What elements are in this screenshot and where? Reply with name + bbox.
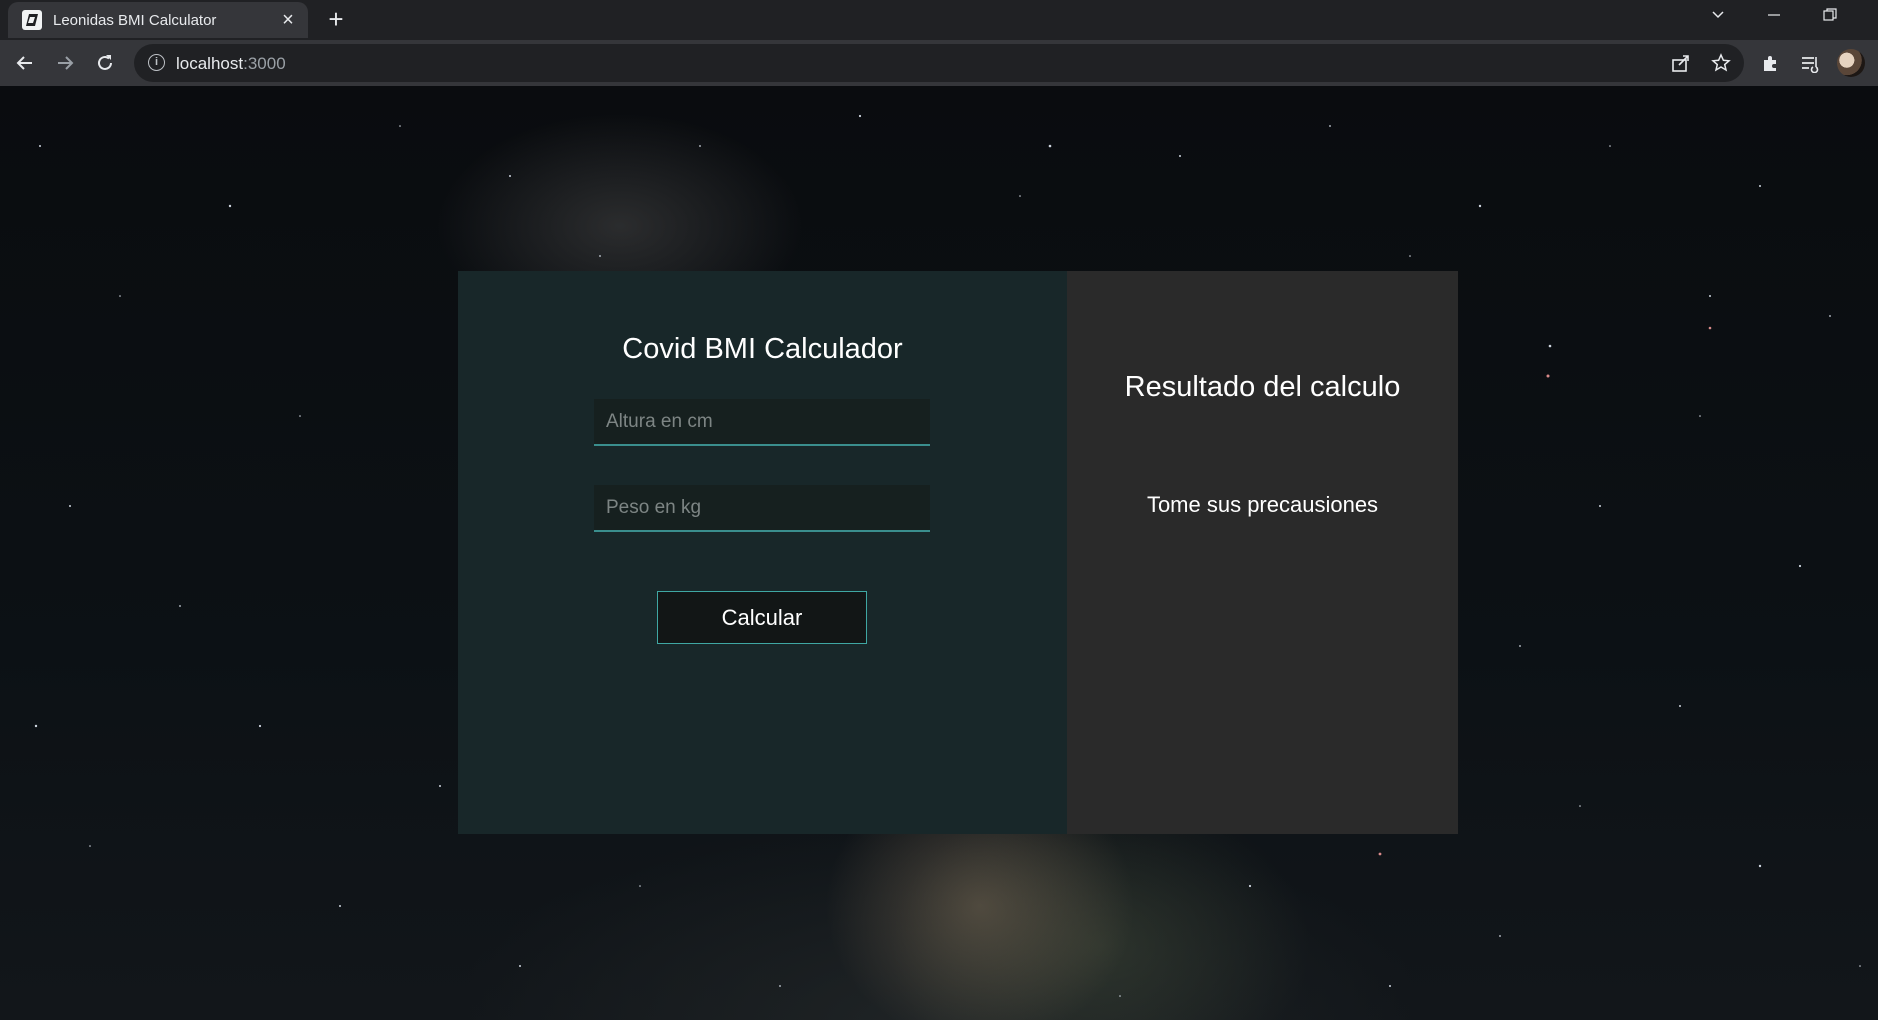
calculate-button[interactable]: Calcular bbox=[657, 591, 867, 644]
result-title: Resultado del calculo bbox=[1124, 371, 1401, 403]
profile-avatar[interactable] bbox=[1837, 49, 1865, 77]
share-icon[interactable] bbox=[1669, 51, 1693, 75]
restore-window-icon[interactable] bbox=[1812, 4, 1848, 32]
result-message: Tome sus precausiones bbox=[1146, 492, 1379, 517]
bookmark-star-icon[interactable] bbox=[1709, 51, 1733, 75]
result-panel: Resultado del calculo Tome sus precausio… bbox=[1067, 271, 1458, 834]
address-port: :3000 bbox=[243, 54, 286, 73]
tab-search-chevron-icon[interactable] bbox=[1700, 4, 1736, 32]
page-favicon-icon bbox=[22, 10, 42, 30]
new-tab-button[interactable]: + bbox=[322, 5, 350, 33]
close-tab-icon[interactable]: × bbox=[276, 8, 300, 32]
calculator-title: Covid BMI Calculador bbox=[622, 333, 903, 365]
extensions-icon[interactable] bbox=[1758, 51, 1782, 75]
browser-tab[interactable]: Leonidas BMI Calculator × bbox=[8, 2, 308, 38]
bmi-card: Covid BMI Calculador Calcular Resultado … bbox=[458, 271, 1458, 834]
forward-icon[interactable] bbox=[49, 47, 81, 79]
reload-icon[interactable] bbox=[89, 47, 121, 79]
site-info-icon[interactable]: i bbox=[148, 54, 165, 71]
weight-input[interactable] bbox=[594, 485, 930, 532]
calculator-panel: Covid BMI Calculador Calcular bbox=[458, 271, 1067, 834]
browser-tab-bar: Leonidas BMI Calculator × + bbox=[0, 0, 1878, 40]
reading-list-icon[interactable] bbox=[1798, 51, 1822, 75]
address-url: localhost:3000 bbox=[176, 54, 286, 74]
tab-title: Leonidas BMI Calculator bbox=[53, 12, 217, 29]
height-input[interactable] bbox=[594, 399, 930, 446]
address-bar[interactable]: i localhost:3000 bbox=[134, 44, 1744, 82]
back-icon[interactable] bbox=[9, 47, 41, 79]
browser-toolbar: i localhost:3000 bbox=[0, 40, 1878, 86]
page-background: Covid BMI Calculador Calcular Resultado … bbox=[0, 86, 1878, 1020]
address-host: localhost bbox=[176, 54, 244, 73]
minimize-icon[interactable] bbox=[1756, 4, 1792, 32]
